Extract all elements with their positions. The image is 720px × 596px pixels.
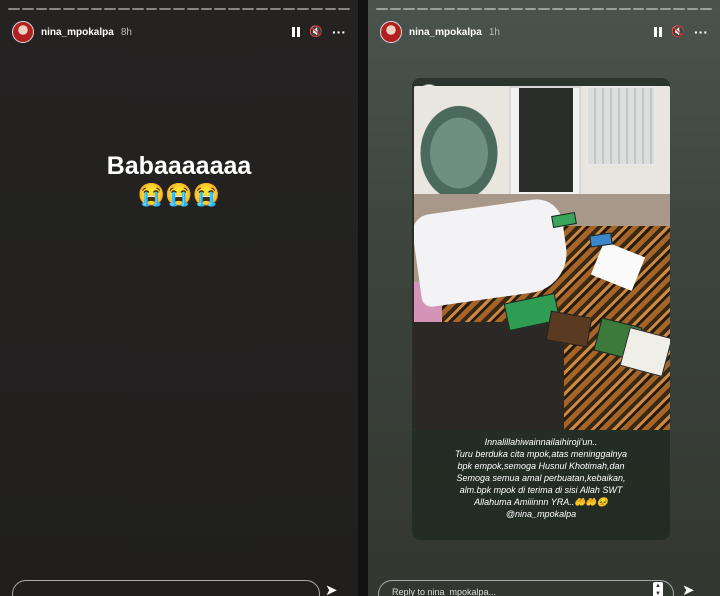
repost-card[interactable]: ayuceriwis09 Innalillahiwainnailaihiroji… — [412, 78, 670, 540]
username[interactable]: nina_mpokalpa — [409, 27, 482, 38]
scroll-arrows-icon[interactable]: ▲ ▼ — [653, 582, 663, 596]
caption-line: Turu berduka cita mpok,atas meninggalnya — [455, 449, 627, 459]
avatar[interactable] — [380, 21, 402, 43]
username[interactable]: nina_mpokalpa — [41, 27, 114, 38]
mute-icon[interactable]: 🔇 — [309, 26, 323, 38]
caption-line: alm.bpk mpok di terima di sisi Allah SWT — [459, 485, 623, 495]
caption-line: Allahuma Amiiinnn YRA..🤲🤲😣 — [474, 497, 608, 507]
reply-input[interactable] — [12, 580, 320, 596]
timestamp: 8h — [120, 26, 132, 38]
caption-mention[interactable]: @nina_mpokalpa — [420, 508, 662, 520]
story-progress-bar — [376, 8, 712, 10]
story-emoji: 😭😭😭 — [137, 182, 221, 207]
pause-icon[interactable] — [292, 27, 301, 37]
more-icon[interactable]: ··· — [332, 25, 346, 39]
story-progress-bar — [8, 8, 351, 10]
caption-line: bpk empok,semoga Husnul Khotimah,dan — [457, 461, 625, 471]
mute-icon[interactable]: 🔇 — [671, 26, 685, 38]
story-header: nina_mpokalpa 1h 🔇 ··· — [380, 20, 708, 44]
more-icon[interactable]: ··· — [694, 25, 708, 39]
reply-placeholder: Reply to nina_mpokalpa... — [392, 587, 497, 596]
pause-icon[interactable] — [654, 27, 663, 37]
story-panel-1: nina_mpokalpa 8h 🔇 ··· Babaaaaaaa 😭😭😭 ➤ — [0, 0, 358, 596]
repost-photo — [414, 86, 670, 430]
send-icon[interactable]: ➤ — [325, 581, 338, 596]
avatar[interactable] — [12, 21, 34, 43]
repost-caption: Innalillahiwainnailaihiroji'un.. Turu be… — [412, 436, 670, 520]
timestamp: 1h — [488, 26, 500, 38]
reply-input[interactable]: Reply to nina_mpokalpa... ▲ ▼ — [378, 580, 674, 596]
send-icon[interactable]: ➤ — [682, 581, 695, 596]
panel-divider — [358, 0, 368, 596]
story-header: nina_mpokalpa 8h 🔇 ··· — [12, 20, 346, 44]
caption-line: Innalillahiwainnailaihiroji'un.. — [484, 437, 598, 447]
story-panel-2: nina_mpokalpa 1h 🔇 ··· ayuceriwis09 — [368, 0, 720, 596]
story-text: Babaaaaaaa — [106, 152, 252, 180]
caption-line: Semoga semua amal perbuatan,kebaikan, — [456, 473, 626, 483]
